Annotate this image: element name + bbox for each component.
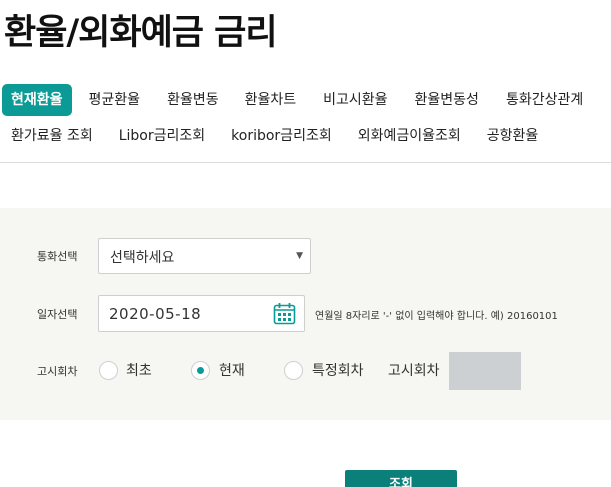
radio-specific[interactable] [284,361,303,380]
chevron-down-icon: ▼ [296,251,303,261]
radio-current[interactable] [191,361,210,380]
tab-rate-chart[interactable]: 환율차트 [245,84,297,116]
search-button[interactable]: 조회 [345,470,457,487]
tab-current-rate[interactable]: 현재환율 [2,84,72,116]
currency-select-value: 선택하세요 [110,250,175,266]
radio-first-label[interactable]: 최초 [126,360,152,380]
tab-exchange-fee-rate[interactable]: 환가료율 조회 [11,120,93,152]
tab-row-secondary: 환가료율 조회 Libor금리조회 koribor금리조회 외화예금이율조회 공… [2,120,538,152]
radio-first[interactable] [99,361,118,380]
round-label: 고시회차 [37,365,78,378]
round-input-label: 고시회차 [388,363,440,379]
page-title: 환율/외화예금 금리 [4,13,278,53]
radio-specific-label[interactable]: 특정회차 [312,360,364,380]
calendar-icon[interactable] [273,302,296,325]
currency-select[interactable]: 선택하세요 ▼ [98,238,311,274]
date-input-value: 2020-05-18 [109,305,202,323]
date-help-text: 연월일 8자리로 '-' 없이 입력해야 합니다. 예) 20160101 [315,311,558,322]
tab-airport-rate[interactable]: 공항환율 [487,120,539,152]
tab-rate-change[interactable]: 환율변동 [167,84,219,116]
tab-divider [0,162,611,163]
tab-average-rate[interactable]: 평균환율 [89,84,141,116]
tab-foreign-deposit-rate[interactable]: 외화예금이율조회 [358,120,461,152]
tab-row-primary: 현재환율 평균환율 환율변동 환율차트 비고시환율 환율변동성 통화간상관계 [2,84,583,116]
currency-label: 통화선택 [37,250,78,263]
tab-rate-volatility[interactable]: 환율변동성 [415,84,479,116]
search-panel: 통화선택 선택하세요 ▼ 일자선택 2020-05-18 연월일 8자리로 '-… [0,208,611,420]
tab-non-notice-rate[interactable]: 비고시환율 [323,84,387,116]
tab-libor-rate[interactable]: Libor금리조회 [119,120,205,152]
date-label: 일자선택 [37,308,78,321]
tab-currency-correlation[interactable]: 통화간상관계 [506,84,583,116]
round-input[interactable] [449,352,521,390]
tab-koribor-rate[interactable]: koribor금리조회 [231,120,332,152]
radio-current-label[interactable]: 현재 [219,360,245,380]
date-input[interactable]: 2020-05-18 [98,295,305,332]
